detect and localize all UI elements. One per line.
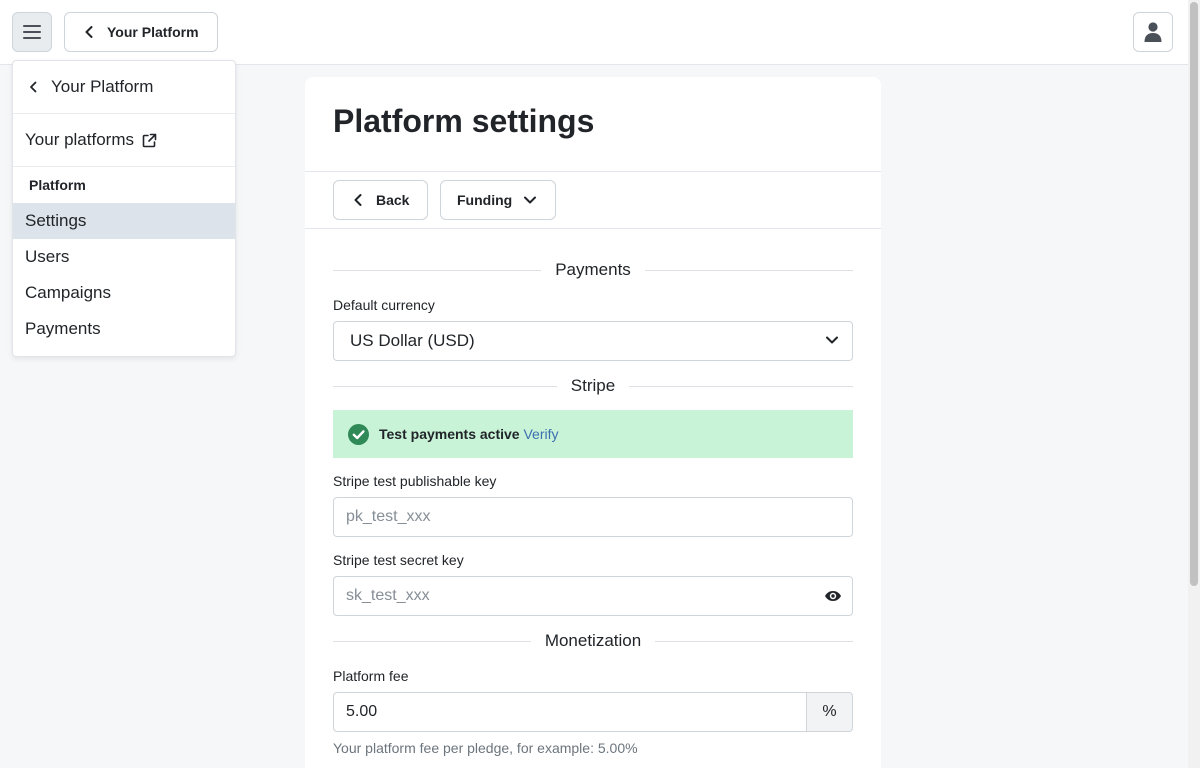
test-payments-alert: Test payments active Verify bbox=[333, 410, 853, 458]
platform-fee-group: % bbox=[333, 692, 853, 732]
publishable-key-label: Stripe test publishable key bbox=[333, 473, 497, 489]
external-link-icon bbox=[142, 133, 157, 147]
your-platforms-link[interactable]: Your platforms bbox=[13, 114, 235, 167]
hamburger-icon bbox=[23, 25, 41, 39]
menu-item-settings[interactable]: Settings bbox=[13, 203, 235, 239]
eye-icon[interactable] bbox=[822, 587, 844, 605]
funding-button-label: Funding bbox=[457, 192, 513, 208]
page-title: Platform settings bbox=[333, 103, 595, 139]
payments-section-title: Payments bbox=[555, 260, 631, 279]
chevron-left-icon bbox=[354, 194, 362, 206]
chevron-down-icon bbox=[524, 196, 537, 204]
platform-fee-help: Your platform fee per pledge, for exampl… bbox=[333, 740, 638, 756]
platform-fee-input[interactable] bbox=[333, 692, 807, 732]
menu-toggle-button[interactable] bbox=[12, 12, 52, 52]
chevron-left-icon bbox=[30, 81, 37, 93]
monetization-section-title: Monetization bbox=[544, 631, 642, 650]
user-menu-button[interactable] bbox=[1133, 12, 1173, 52]
menu-back-link[interactable]: Your Platform bbox=[13, 61, 235, 114]
back-button-label: Back bbox=[376, 192, 410, 208]
alert-status-text: Test payments active bbox=[379, 426, 520, 442]
page-scrollbar[interactable] bbox=[1188, 0, 1200, 768]
settings-card: Platform settings Back Funding Payments … bbox=[305, 77, 881, 768]
your-platform-button[interactable]: Your Platform bbox=[64, 12, 218, 52]
menu-item-payments[interactable]: Payments bbox=[13, 311, 235, 347]
secret-key-label: Stripe test secret key bbox=[333, 552, 464, 568]
scrollbar-thumb[interactable] bbox=[1190, 2, 1198, 586]
your-platforms-label: Your platforms bbox=[25, 130, 134, 149]
menu-section-heading: Platform bbox=[29, 177, 86, 193]
default-currency-select[interactable]: US Dollar (USD) bbox=[333, 321, 853, 361]
chevron-down-icon bbox=[826, 336, 838, 344]
stripe-section-heading: Stripe bbox=[333, 375, 854, 397]
top-bar: Your Platform bbox=[0, 0, 1188, 65]
default-currency-label: Default currency bbox=[333, 297, 435, 313]
funding-dropdown-button[interactable]: Funding bbox=[440, 180, 556, 220]
publishable-key-input[interactable] bbox=[333, 497, 853, 537]
percent-suffix: % bbox=[806, 692, 853, 732]
monetization-section-heading: Monetization bbox=[333, 630, 854, 652]
chevron-left-icon bbox=[85, 26, 93, 38]
user-icon bbox=[1144, 22, 1162, 42]
secret-key-input[interactable] bbox=[333, 576, 853, 616]
divider bbox=[305, 228, 881, 229]
default-currency-value: US Dollar (USD) bbox=[350, 331, 475, 350]
menu-item-users[interactable]: Users bbox=[13, 239, 235, 275]
navigation-menu: Your Platform Your platforms Platform Se… bbox=[12, 60, 236, 357]
divider bbox=[305, 171, 881, 172]
your-platform-button-label: Your Platform bbox=[107, 24, 199, 40]
back-button[interactable]: Back bbox=[333, 180, 428, 220]
payments-section-heading: Payments bbox=[333, 259, 853, 281]
verify-link[interactable]: Verify bbox=[523, 426, 558, 442]
stripe-section-title: Stripe bbox=[570, 376, 616, 395]
platform-fee-label: Platform fee bbox=[333, 668, 409, 684]
menu-back-label: Your Platform bbox=[51, 77, 154, 96]
menu-item-campaigns[interactable]: Campaigns bbox=[13, 275, 235, 311]
check-circle-icon bbox=[348, 423, 369, 445]
